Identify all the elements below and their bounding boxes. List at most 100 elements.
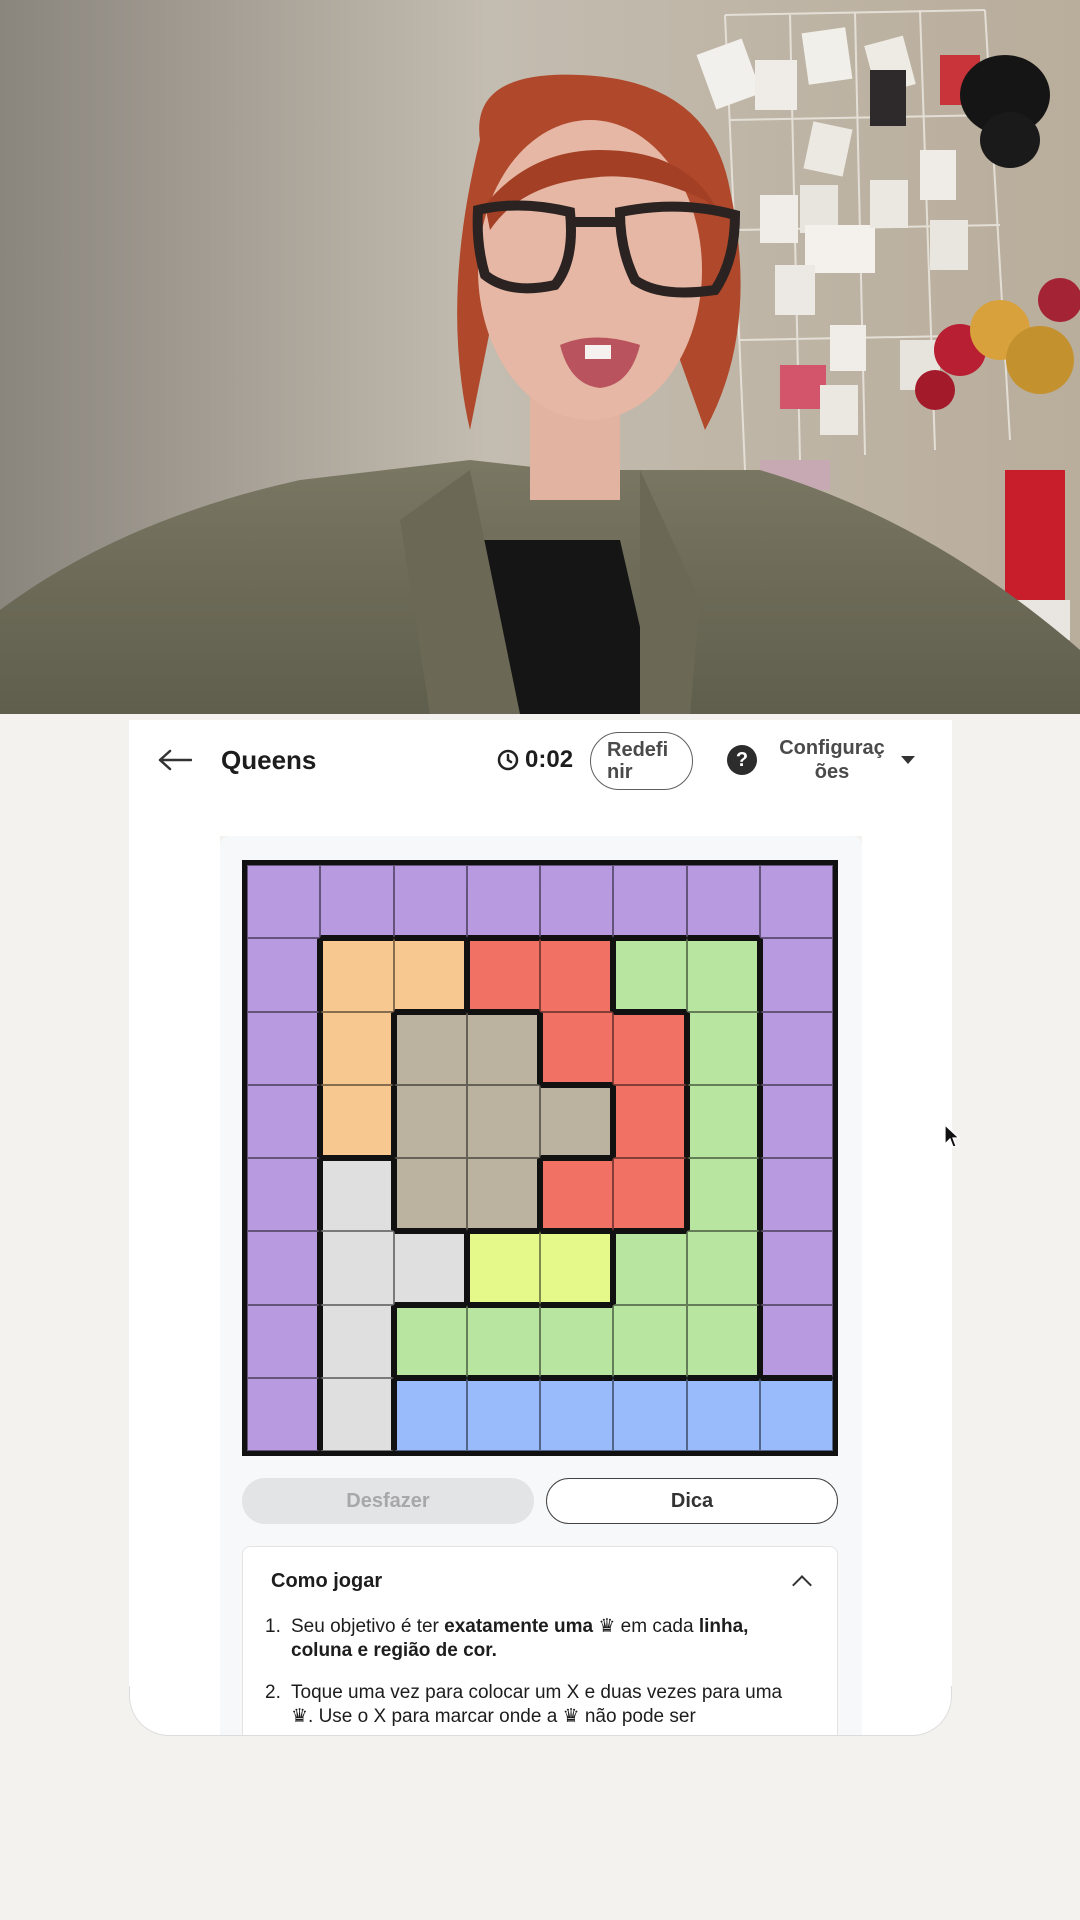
board-cell[interactable] — [540, 1084, 614, 1158]
board-cell[interactable] — [759, 1084, 833, 1158]
app-surface — [129, 800, 952, 836]
board-cell[interactable] — [393, 1304, 467, 1378]
board-cell[interactable] — [759, 1011, 833, 1085]
board-cell[interactable] — [686, 1377, 760, 1451]
board-cell[interactable] — [247, 1158, 321, 1232]
board-cell[interactable] — [466, 1158, 540, 1232]
board-cell[interactable] — [540, 1377, 614, 1451]
board-cell[interactable] — [686, 938, 760, 1012]
arrow-left-icon — [158, 749, 192, 771]
mouse-cursor-icon — [944, 1124, 960, 1148]
board-cell[interactable] — [393, 1231, 467, 1305]
board-cell[interactable] — [466, 1011, 540, 1085]
board-cell[interactable] — [320, 865, 394, 939]
settings-label: Configurações — [779, 737, 885, 783]
rule-item: 1. Seu objetivo é ter exatamente uma ♛ em… — [265, 1615, 807, 1663]
board-cell[interactable] — [540, 865, 614, 939]
board-cell[interactable] — [247, 938, 321, 1012]
board-cell[interactable] — [613, 1304, 687, 1378]
rule-text-part: ♛ em cada — [593, 1616, 699, 1637]
rule-text-part: Toque uma vez para colocar um X e duas v… — [291, 1682, 783, 1727]
caret-down-icon — [901, 756, 915, 764]
board-cell[interactable] — [466, 865, 540, 939]
board-cell[interactable] — [466, 938, 540, 1012]
board-cell[interactable] — [320, 1158, 394, 1232]
rule-text: Seu objetivo é ter exatamente uma ♛ em c… — [291, 1615, 807, 1663]
video-scene — [0, 0, 1080, 714]
board-cell[interactable] — [686, 1304, 760, 1378]
settings-dropdown[interactable]: Configurações — [777, 734, 937, 786]
rules-list: 1. Seu objetivo é ter exatamente uma ♛ em… — [243, 1615, 837, 1729]
board-cell[interactable] — [540, 1304, 614, 1378]
board-cell[interactable] — [540, 938, 614, 1012]
webcam-video — [0, 0, 1080, 714]
board-cell[interactable] — [686, 1011, 760, 1085]
board-cell[interactable] — [320, 1084, 394, 1158]
board-cell[interactable] — [247, 1377, 321, 1451]
board-cell[interactable] — [540, 1011, 614, 1085]
hint-button[interactable]: Dica — [546, 1478, 838, 1524]
board-cell[interactable] — [613, 1231, 687, 1305]
board-cell[interactable] — [759, 1304, 833, 1378]
board-cell[interactable] — [247, 865, 321, 939]
board-cell[interactable] — [613, 865, 687, 939]
game-card: Desfazer Dica Como jogar 1. Seu objetivo … — [220, 836, 862, 1736]
game-header: Queens 0:02 Redefi nir ? Configurações — [129, 720, 952, 800]
how-to-play-panel: Como jogar 1. Seu objetivo é ter exatamen… — [242, 1546, 838, 1736]
board-cell[interactable] — [393, 1158, 467, 1232]
board-cell[interactable] — [320, 1377, 394, 1451]
board-cell[interactable] — [247, 1011, 321, 1085]
board-cell[interactable] — [686, 1158, 760, 1232]
board-cell[interactable] — [759, 865, 833, 939]
how-to-play-title: Como jogar — [271, 1569, 383, 1592]
board-cell[interactable] — [247, 1231, 321, 1305]
timer: 0:02 — [497, 720, 573, 800]
board-cell[interactable] — [466, 1231, 540, 1305]
board-cell[interactable] — [466, 1304, 540, 1378]
page-background — [0, 1736, 1080, 1920]
board-cell[interactable] — [247, 1304, 321, 1378]
queens-board — [242, 860, 838, 1456]
board-cell[interactable] — [320, 938, 394, 1012]
rule-text-bold: exatamente uma — [444, 1616, 594, 1637]
board-cell[interactable] — [466, 1377, 540, 1451]
board-cell[interactable] — [759, 1231, 833, 1305]
back-button[interactable] — [145, 730, 205, 790]
board-cell[interactable] — [466, 1084, 540, 1158]
board-cell[interactable] — [540, 1231, 614, 1305]
board-cell[interactable] — [393, 865, 467, 939]
app-surface-left — [129, 800, 220, 1736]
board-cell[interactable] — [613, 1084, 687, 1158]
board-cell[interactable] — [393, 1084, 467, 1158]
board-cell[interactable] — [686, 865, 760, 939]
board-cell[interactable] — [320, 1231, 394, 1305]
board-cell[interactable] — [393, 1377, 467, 1451]
chevron-up-icon — [792, 1575, 812, 1595]
board-cell[interactable] — [320, 1011, 394, 1085]
timer-value: 0:02 — [525, 746, 574, 773]
rule-text-part: Seu objetivo é ter — [291, 1616, 445, 1637]
board-cell[interactable] — [686, 1231, 760, 1305]
board-cell[interactable] — [540, 1158, 614, 1232]
board-cell[interactable] — [320, 1304, 394, 1378]
how-to-play-toggle[interactable]: Como jogar — [243, 1547, 837, 1615]
board-cell[interactable] — [759, 938, 833, 1012]
board-cell[interactable] — [613, 1158, 687, 1232]
rule-text: Toque uma vez para colocar um X e duas v… — [291, 1681, 807, 1729]
board-cell[interactable] — [759, 1158, 833, 1232]
game-title: Queens — [221, 744, 317, 775]
rule-item: 2. Toque uma vez para colocar um X e duas… — [265, 1681, 807, 1729]
board-cell[interactable] — [613, 938, 687, 1012]
app-surface-right — [862, 800, 952, 1736]
rule-number: 2. — [265, 1682, 281, 1703]
board-cell[interactable] — [759, 1377, 833, 1451]
board-cell[interactable] — [686, 1084, 760, 1158]
board-cell[interactable] — [393, 1011, 467, 1085]
board-cell[interactable] — [247, 1084, 321, 1158]
board-cell[interactable] — [613, 1377, 687, 1451]
help-icon[interactable]: ? — [727, 745, 757, 775]
board-cell[interactable] — [613, 1011, 687, 1085]
undo-button[interactable]: Desfazer — [242, 1478, 534, 1524]
board-cell[interactable] — [393, 938, 467, 1012]
reset-button[interactable]: Redefi nir — [590, 732, 693, 790]
